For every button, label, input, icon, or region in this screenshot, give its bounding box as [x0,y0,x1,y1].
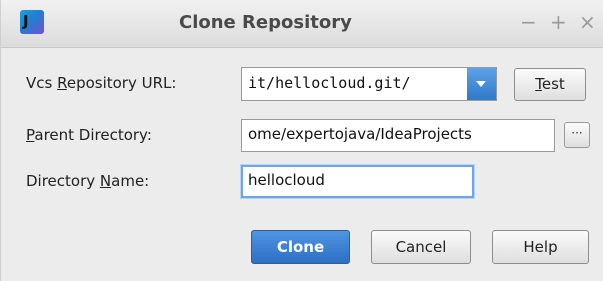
label-text: ame: [111,172,150,190]
repository-url-label: Vcs Repository URL: [26,74,176,92]
help-button[interactable]: Help [492,230,589,264]
directory-name-label: Directory Name: [26,172,149,190]
maximize-icon[interactable]: + [550,10,567,34]
cancel-button[interactable]: Cancel [371,230,471,264]
minimize-icon[interactable]: − [520,10,537,34]
repository-url-value[interactable]: it/hellocloud.git/ [248,74,466,92]
parent-directory-label: Parent Directory: [26,126,152,144]
directory-name-value[interactable]: hellocloud [248,171,325,189]
label-mnemonic: N [99,172,112,190]
intellij-logo-icon: J [20,10,44,34]
test-button[interactable]: Test [514,68,586,101]
dialog-title: Clone Repository [179,12,352,33]
label-text: arent Directory: [34,126,152,144]
chevron-down-icon[interactable] [467,68,496,100]
button-label: est [541,75,565,93]
browse-button[interactable]: ··· [564,122,590,148]
logo-letter: J [23,12,29,30]
label-text: Vcs [26,74,58,92]
clone-button[interactable]: Clone [251,230,350,264]
close-icon[interactable]: × [579,10,596,34]
button-mnemonic: T [535,75,542,93]
parent-directory-value[interactable]: ome/expertojava/IdeaProjects [248,125,550,143]
label-mnemonic: R [57,74,67,92]
directory-name-field[interactable]: hellocloud [241,165,474,198]
label-text: epository URL: [66,74,177,92]
clone-repository-dialog: J Clone Repository − + × Vcs Repository … [0,0,603,281]
title-bar[interactable]: J Clone Repository − + × [1,0,603,48]
parent-directory-field[interactable]: ome/expertojava/IdeaProjects [241,119,555,152]
label-text: Directory [26,172,100,190]
repository-url-combobox[interactable]: it/hellocloud.git/ [241,67,497,101]
